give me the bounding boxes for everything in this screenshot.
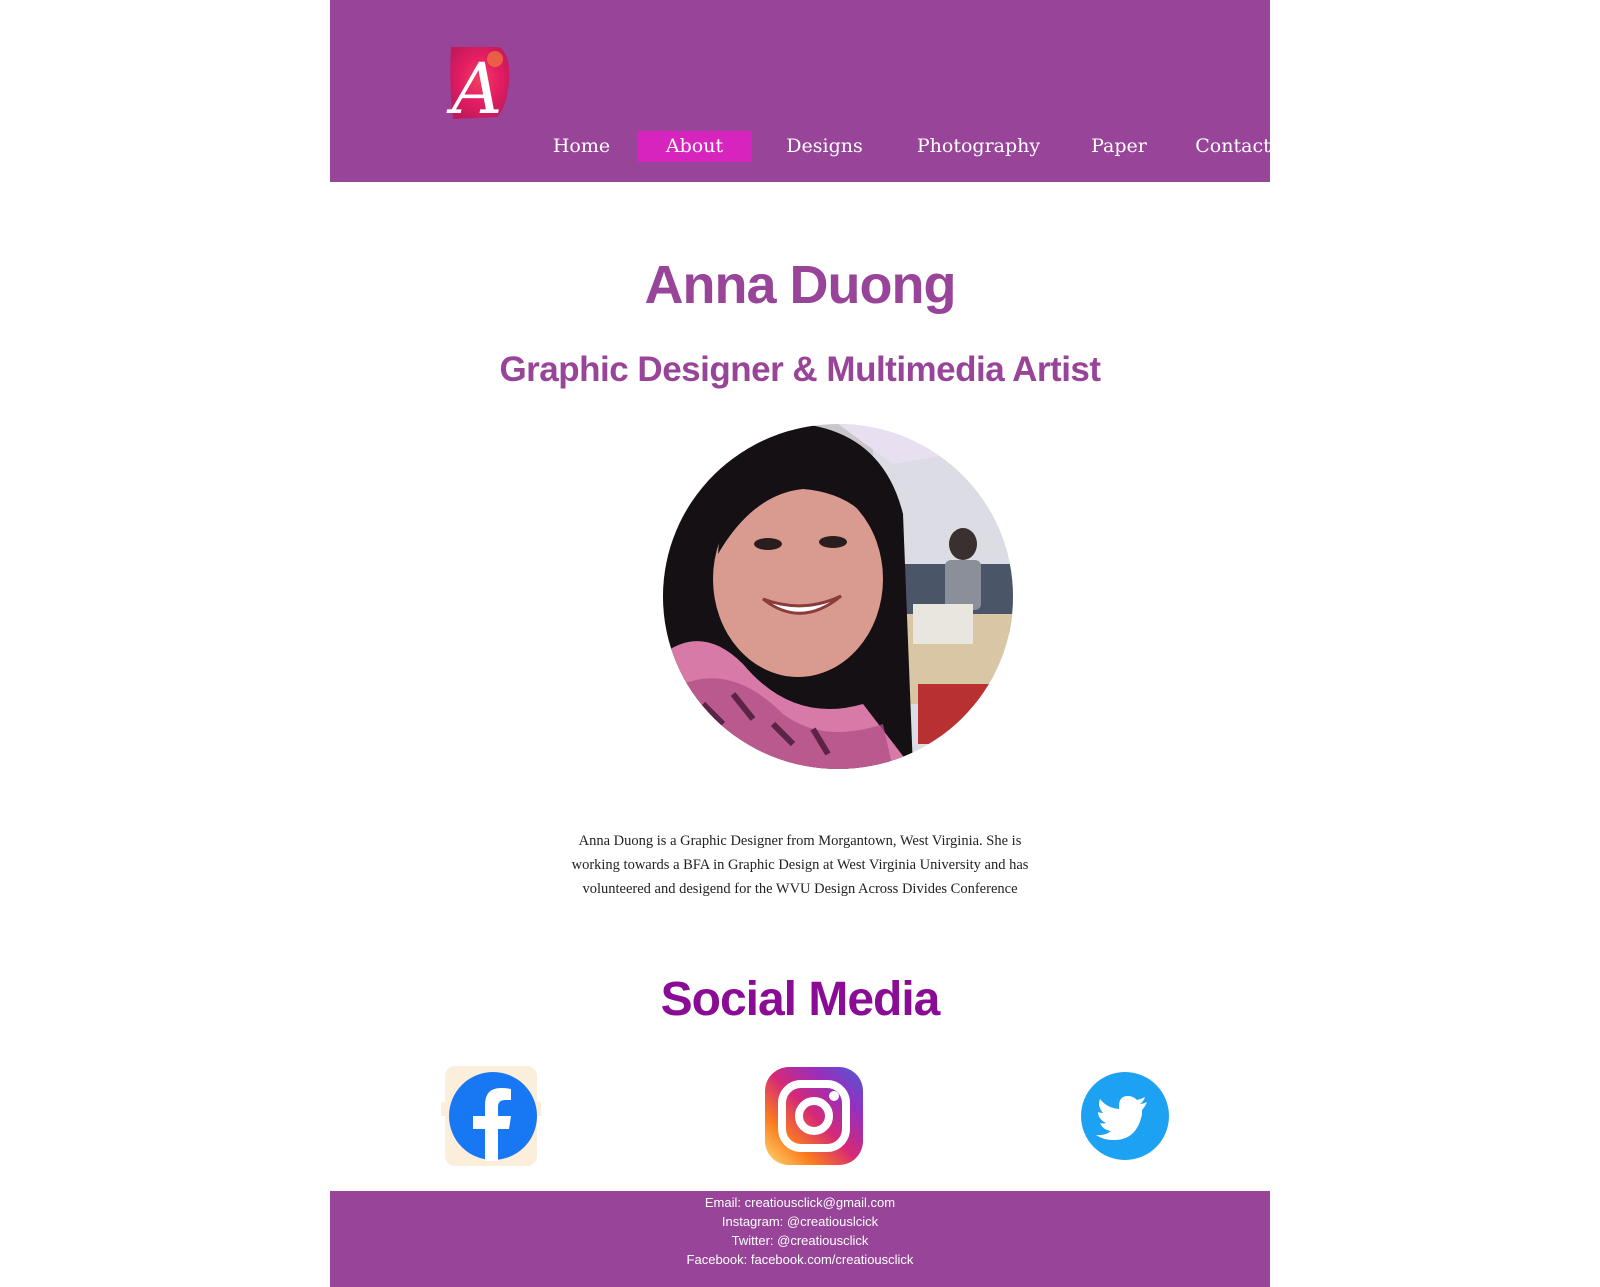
profile-photo [663, 424, 1013, 769]
main-nav: Home About Designs Photography Paper Con… [526, 131, 1288, 162]
portrait-image [663, 424, 1013, 769]
footer-facebook: Facebook: facebook.com/creatiousclick [686, 1252, 914, 1267]
site-logo[interactable]: A [443, 45, 511, 121]
social-icons-row [330, 1065, 1270, 1166]
bio-text: Anna Duong is a Graphic Designer from Mo… [571, 833, 1029, 897]
twitter-icon [1081, 1072, 1169, 1160]
instagram-icon [765, 1067, 863, 1165]
nav-item-contact[interactable]: Contact [1178, 131, 1288, 162]
nav-item-designs[interactable]: Designs [752, 131, 897, 162]
page-container: A Home About Designs Photography Paper C… [330, 0, 1271, 1287]
nav-item-home[interactable]: Home [526, 131, 637, 162]
svg-text:A: A [446, 48, 503, 121]
instagram-link[interactable] [765, 1067, 863, 1165]
footer-twitter: Twitter: @creatiousclick [731, 1233, 869, 1248]
footer-instagram: Instagram: @creatiouslcick [721, 1214, 879, 1229]
nav-item-paper[interactable]: Paper [1060, 131, 1178, 162]
footer-email: Email: creatiousclick@gmail.com [704, 1195, 896, 1210]
logo-icon: A [446, 47, 510, 121]
site-header: A Home About Designs Photography Paper C… [330, 0, 1271, 182]
nav-item-photography[interactable]: Photography [897, 131, 1060, 162]
social-media-heading: Social Media [660, 973, 941, 1026]
nav-item-about[interactable]: About [637, 131, 752, 162]
site-footer: Email: creatiousclick@gmail.com Instagra… [330, 1191, 1270, 1287]
facebook-link[interactable] [441, 1066, 541, 1166]
page-subtitle: Graphic Designer & Multimedia Artist [499, 350, 1101, 389]
twitter-link[interactable] [1081, 1072, 1169, 1160]
facebook-icon [441, 1066, 541, 1166]
page-title: Anna Duong [644, 255, 957, 315]
